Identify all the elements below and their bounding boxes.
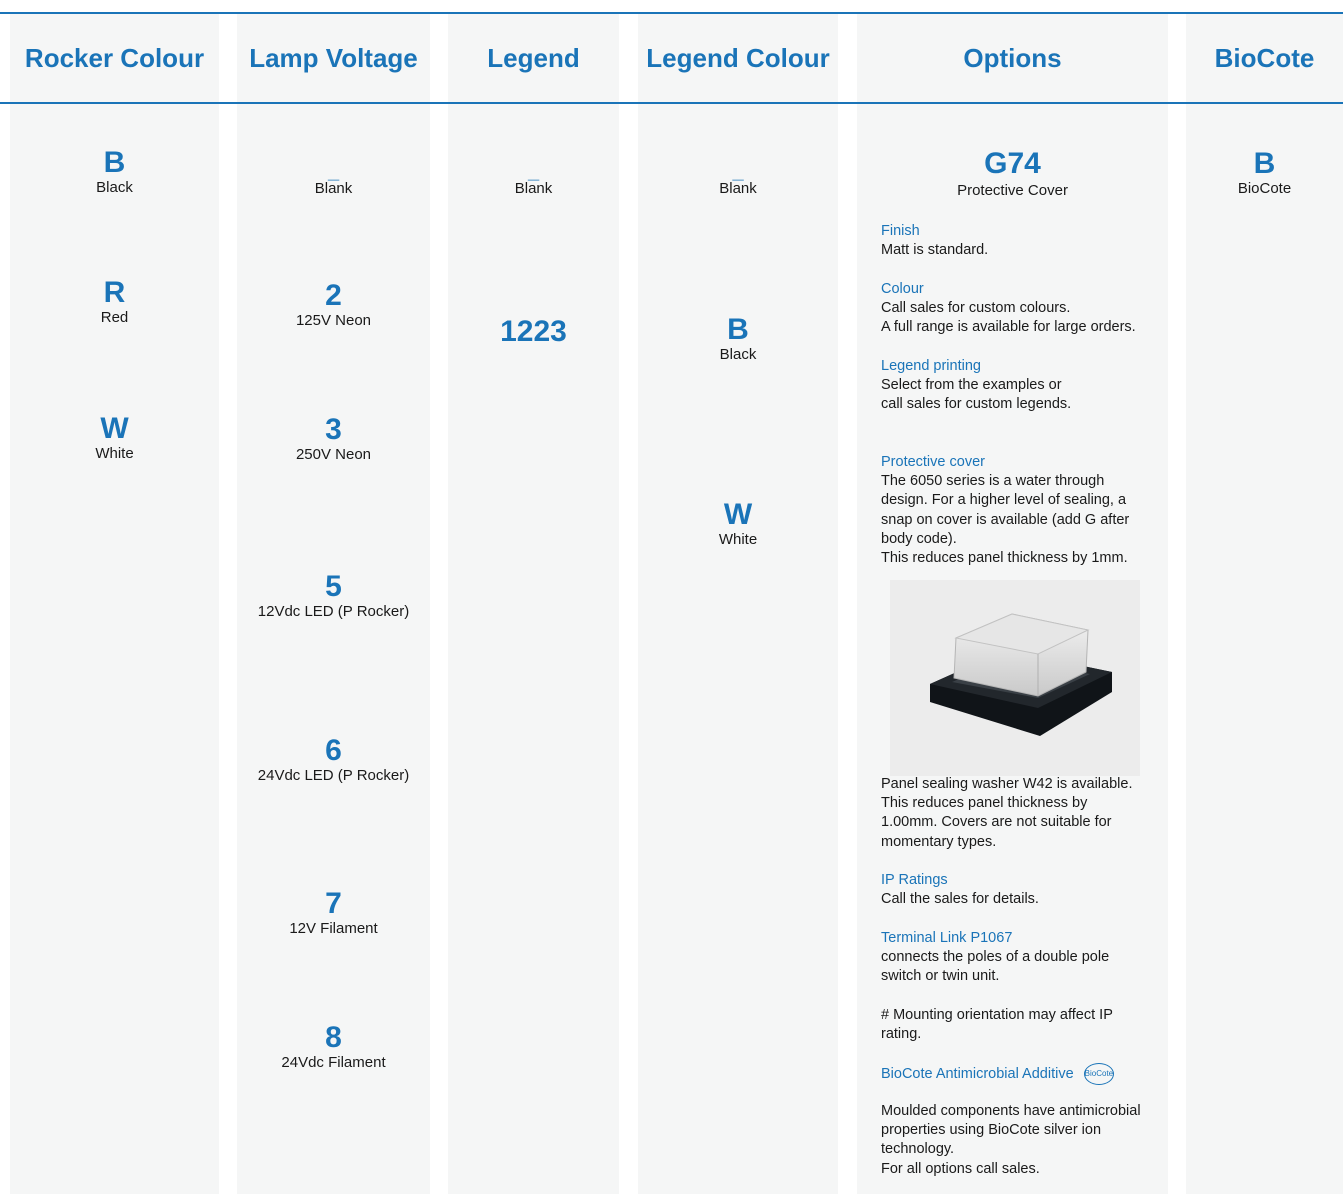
- terminal-link-section: Terminal Link P1067 connects the poles o…: [881, 930, 1110, 985]
- column-legend-colour: Legend Colour _ Blank B Black W White: [638, 14, 838, 1194]
- option-lamp-2: 2 125V Neon: [295, 279, 372, 330]
- biocote-section: Moulded components have antimicrobial pr…: [881, 1103, 1141, 1177]
- mounting-note: # Mounting orientation may affect IP rat…: [881, 1007, 1113, 1043]
- option-legend-colour-b: B Black: [719, 313, 757, 364]
- option-rocker-w: W White: [95, 412, 134, 463]
- protective-cover-section: Protective cover The 6050 series is a wa…: [881, 454, 1130, 567]
- column-rocker-colour: Rocker Colour B Black R Red W White: [10, 14, 219, 1194]
- option-lamp-blank: _ Blank: [314, 161, 353, 197]
- option-legend-colour-w: W White: [718, 498, 758, 549]
- column-lamp-voltage: Lamp Voltage _ Blank 2 125V Neon 3 250V …: [237, 14, 430, 1194]
- option-legend-colour-blank: _ Blank: [719, 161, 757, 197]
- option-lamp-8: 8 24Vdc Filament: [281, 1021, 386, 1072]
- protective-cover-image: [930, 613, 1112, 736]
- biocote-additive-heading: BioCote Antimicrobial Additive BioCote: [881, 1063, 1166, 1085]
- legend-printing-section: Legend printing Select from the examples…: [881, 358, 1072, 413]
- header-options: Options: [963, 42, 1062, 73]
- header-lamp-voltage: Lamp Voltage: [249, 42, 418, 73]
- option-legend-1223: 1223: [500, 315, 567, 348]
- option-legend-blank: _ Blank: [514, 161, 553, 197]
- column-legend: Legend _ Blank 1223: [448, 14, 619, 1194]
- option-rocker-b: B Black: [96, 146, 133, 197]
- washer-section: Panel sealing washer W42 is available. T…: [881, 776, 1133, 850]
- header-legend: Legend: [487, 42, 580, 73]
- protective-cover-photo: [890, 580, 1140, 776]
- option-rocker-r: R Red: [100, 276, 129, 327]
- ip-ratings-section: IP Ratings Call the sales for details.: [881, 872, 1039, 908]
- header-legend-colour: Legend Colour: [646, 42, 830, 73]
- header-biocote: BioCote: [1214, 42, 1315, 73]
- colour-section: Colour Call sales for custom colours. A …: [881, 281, 1136, 336]
- column-biocote: BioCote B BioCote: [1186, 14, 1343, 1194]
- option-g74: G74 Protective Cover: [957, 147, 1068, 200]
- finish-section: Finish Matt is standard.: [881, 223, 989, 259]
- biocote-logo-icon: BioCote: [1083, 1063, 1114, 1085]
- option-biocote-b: B BioCote: [1237, 147, 1292, 198]
- header-rule: [0, 102, 1343, 104]
- option-lamp-3: 3 250V Neon: [295, 413, 372, 464]
- option-lamp-5: 5 12Vdc LED (P Rocker): [257, 570, 410, 621]
- option-lamp-6: 6 24Vdc LED (P Rocker): [257, 734, 410, 785]
- option-lamp-7: 7 12V Filament: [289, 887, 378, 938]
- header-rocker-colour: Rocker Colour: [24, 42, 205, 73]
